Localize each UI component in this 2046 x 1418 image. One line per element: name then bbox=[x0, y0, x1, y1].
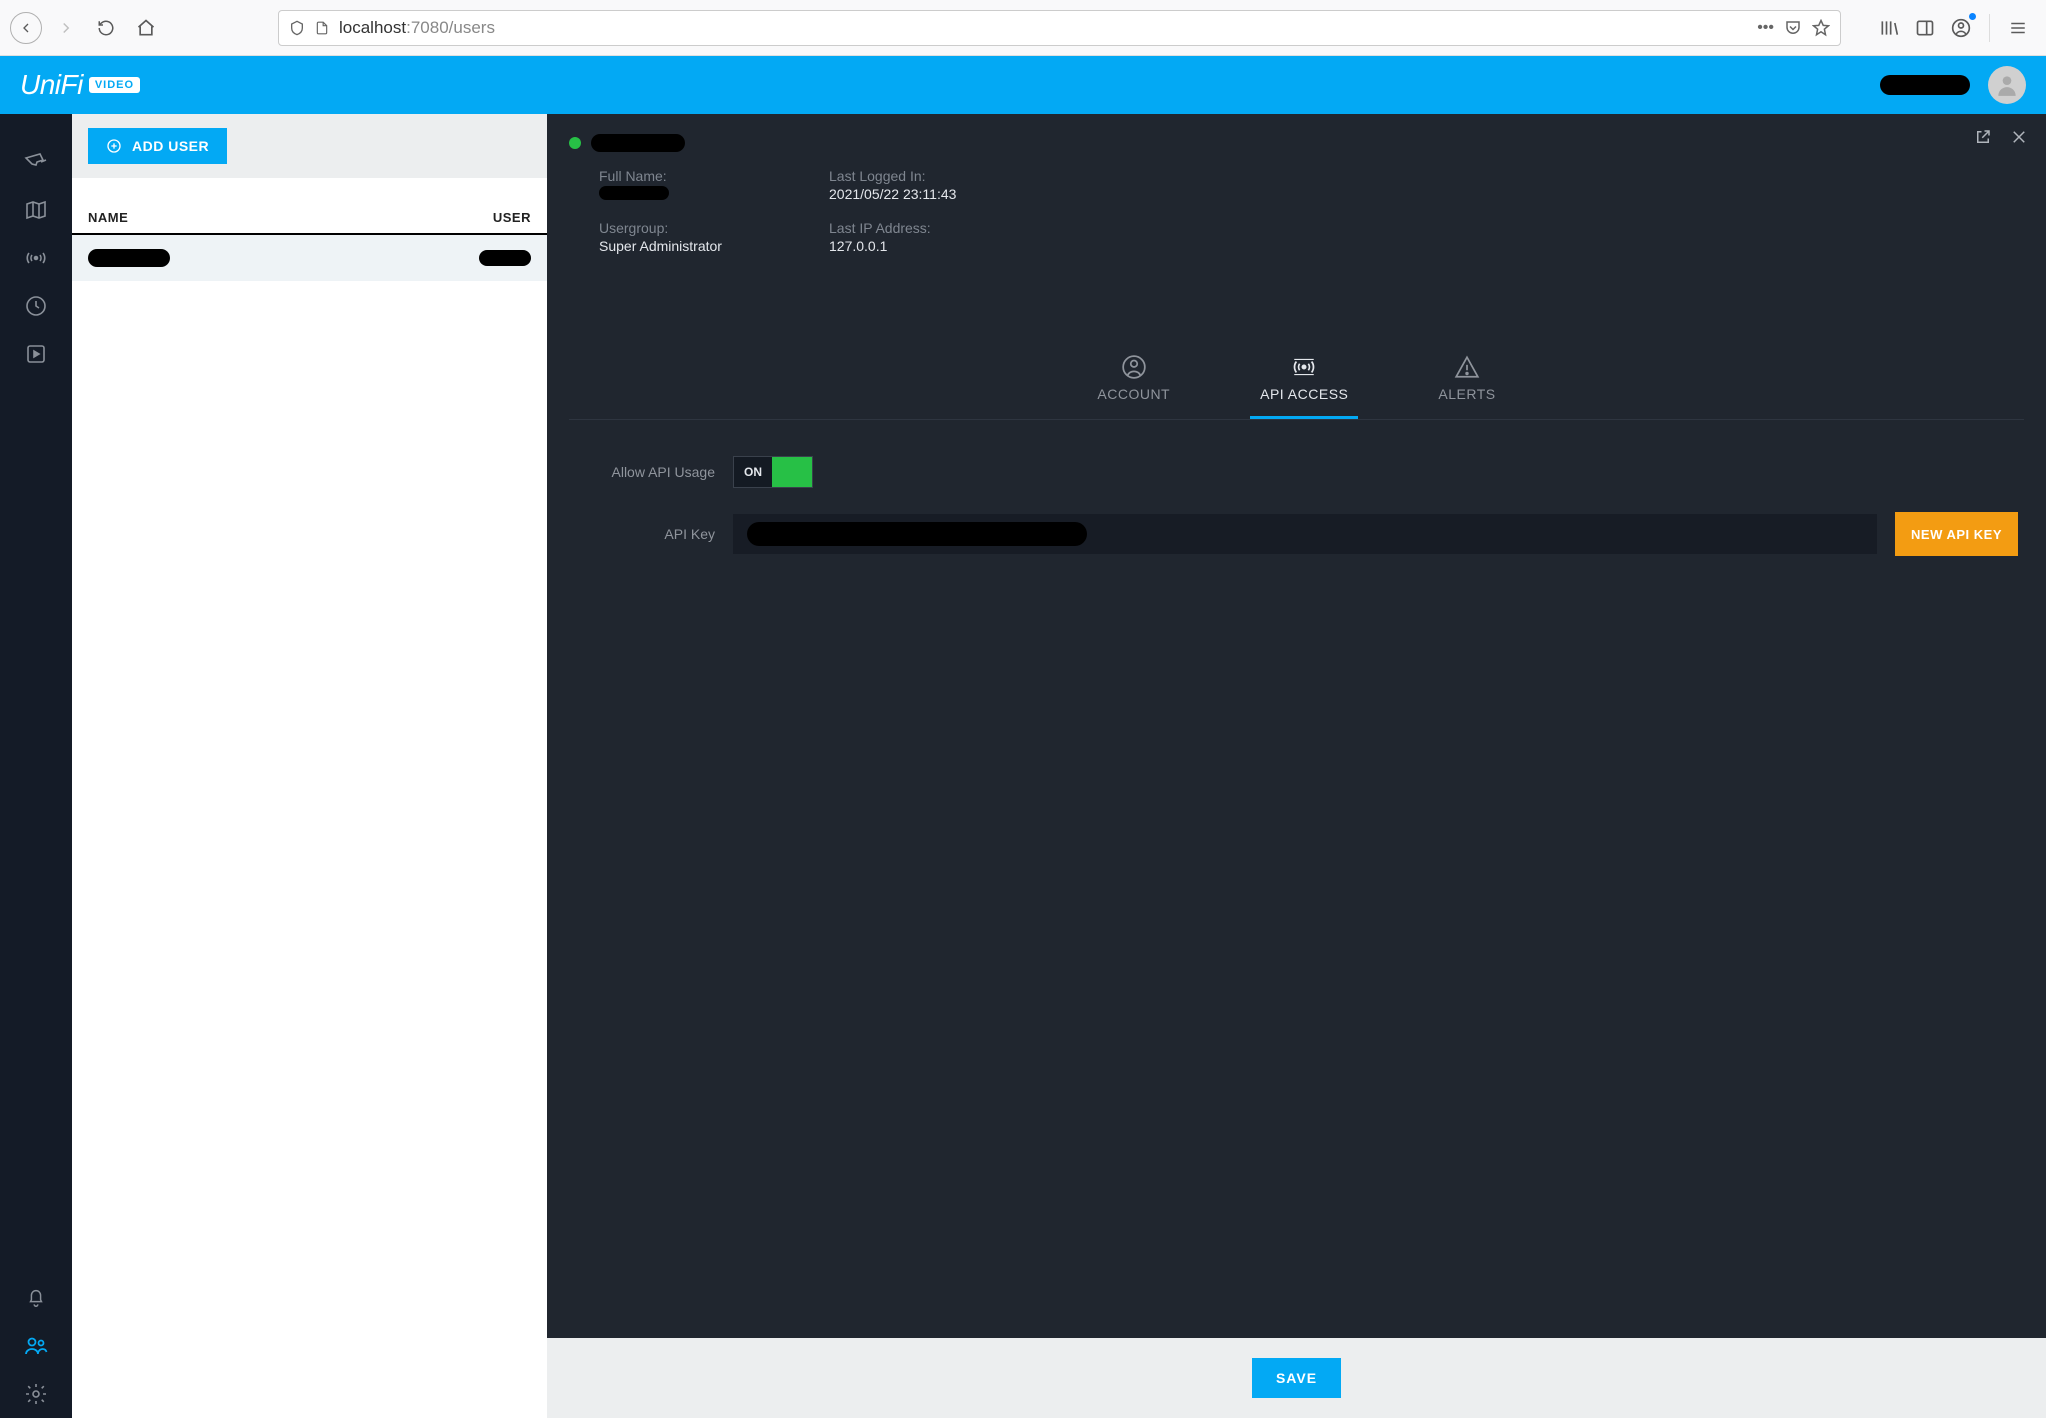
last-logged-label: Last Logged In: bbox=[829, 168, 2024, 184]
last-ip-value: 127.0.0.1 bbox=[829, 238, 2024, 254]
api-key-field[interactable] bbox=[733, 514, 1877, 554]
tab-account-label: ACCOUNT bbox=[1097, 386, 1170, 402]
sidebar-item-users[interactable] bbox=[0, 1322, 72, 1370]
toggle-knob bbox=[772, 457, 812, 487]
api-key-redacted bbox=[747, 522, 1087, 546]
reload-button[interactable] bbox=[88, 10, 124, 46]
allow-api-label: Allow API Usage bbox=[575, 464, 715, 480]
add-user-button[interactable]: ADD USER bbox=[88, 128, 227, 164]
plus-circle-icon bbox=[106, 138, 122, 154]
hamburger-menu-icon[interactable] bbox=[2004, 14, 2032, 42]
sidebar-icon[interactable] bbox=[1911, 14, 1939, 42]
allow-api-toggle[interactable]: ON bbox=[733, 456, 813, 488]
save-button[interactable]: SAVE bbox=[1252, 1358, 1341, 1398]
browser-toolbar: localhost:7080/users ••• bbox=[0, 0, 2046, 56]
api-key-label: API Key bbox=[575, 526, 715, 542]
url-text: localhost:7080/users bbox=[339, 18, 1747, 38]
main-content: ADD USER NAME USER bbox=[72, 114, 2046, 1418]
sidebar-item-liveview[interactable] bbox=[0, 234, 72, 282]
close-icon[interactable] bbox=[2010, 128, 2028, 146]
detail-tabs: ACCOUNT API ACCESS ALERTS bbox=[569, 354, 2024, 420]
tab-alerts[interactable]: ALERTS bbox=[1428, 354, 1505, 419]
library-icon[interactable] bbox=[1875, 14, 1903, 42]
tab-account[interactable]: ACCOUNT bbox=[1087, 354, 1180, 419]
popout-icon[interactable] bbox=[1974, 128, 1992, 146]
sidebar-item-settings[interactable] bbox=[0, 1370, 72, 1418]
last-logged-value: 2021/05/22 23:11:43 bbox=[829, 186, 2024, 202]
browser-right-controls bbox=[1875, 14, 2038, 42]
sidebar-item-map[interactable] bbox=[0, 186, 72, 234]
app-logo[interactable]: UniFi VIDEO bbox=[20, 69, 140, 101]
online-status-dot bbox=[569, 137, 581, 149]
save-bar: SAVE bbox=[547, 1338, 2046, 1418]
column-user[interactable]: USER bbox=[376, 210, 531, 225]
bookmark-star-icon[interactable] bbox=[1812, 19, 1830, 37]
forward-button[interactable] bbox=[48, 10, 84, 46]
detail-username-redacted bbox=[591, 134, 685, 152]
header-username-redacted bbox=[1880, 75, 1970, 95]
full-name-label: Full Name: bbox=[599, 168, 829, 184]
sidebar-item-cameras[interactable] bbox=[0, 138, 72, 186]
user-list-pane: ADD USER NAME USER bbox=[72, 114, 547, 1418]
table-row[interactable] bbox=[72, 235, 547, 281]
full-name-redacted bbox=[599, 186, 669, 200]
logo-badge: VIDEO bbox=[89, 77, 140, 93]
api-access-tab-content: Allow API Usage ON API Key NEW API KEY bbox=[547, 420, 2046, 1338]
table-header: NAME USER bbox=[72, 196, 547, 235]
account-icon[interactable] bbox=[1947, 14, 1975, 42]
address-bar[interactable]: localhost:7080/users ••• bbox=[278, 10, 1841, 46]
row-user-redacted bbox=[479, 250, 531, 266]
sidebar bbox=[0, 114, 72, 1418]
tab-api-access-label: API ACCESS bbox=[1260, 386, 1348, 402]
avatar[interactable] bbox=[1988, 66, 2026, 104]
sidebar-item-alerts[interactable] bbox=[0, 1274, 72, 1322]
sidebar-item-timeline[interactable] bbox=[0, 282, 72, 330]
tab-alerts-label: ALERTS bbox=[1438, 386, 1495, 402]
app-header: UniFi VIDEO bbox=[0, 56, 2046, 114]
usergroup-label: Usergroup: bbox=[599, 220, 829, 236]
user-detail-panel: Full Name: Last Logged In: 2021/05/22 23… bbox=[547, 114, 2046, 1418]
toggle-on-label: ON bbox=[734, 465, 772, 479]
back-button[interactable] bbox=[8, 10, 44, 46]
usergroup-value: Super Administrator bbox=[599, 238, 829, 254]
add-user-label: ADD USER bbox=[132, 138, 209, 154]
shield-icon bbox=[289, 19, 305, 37]
new-api-key-button[interactable]: NEW API KEY bbox=[1895, 512, 2018, 556]
tab-api-access[interactable]: API ACCESS bbox=[1250, 354, 1358, 419]
page-icon bbox=[315, 19, 329, 37]
more-icon[interactable]: ••• bbox=[1757, 19, 1774, 37]
sidebar-item-recordings[interactable] bbox=[0, 330, 72, 378]
home-button[interactable] bbox=[128, 10, 164, 46]
column-name[interactable]: NAME bbox=[88, 210, 376, 225]
last-ip-label: Last IP Address: bbox=[829, 220, 2024, 236]
pocket-icon[interactable] bbox=[1784, 19, 1802, 37]
row-name-redacted bbox=[88, 249, 170, 267]
